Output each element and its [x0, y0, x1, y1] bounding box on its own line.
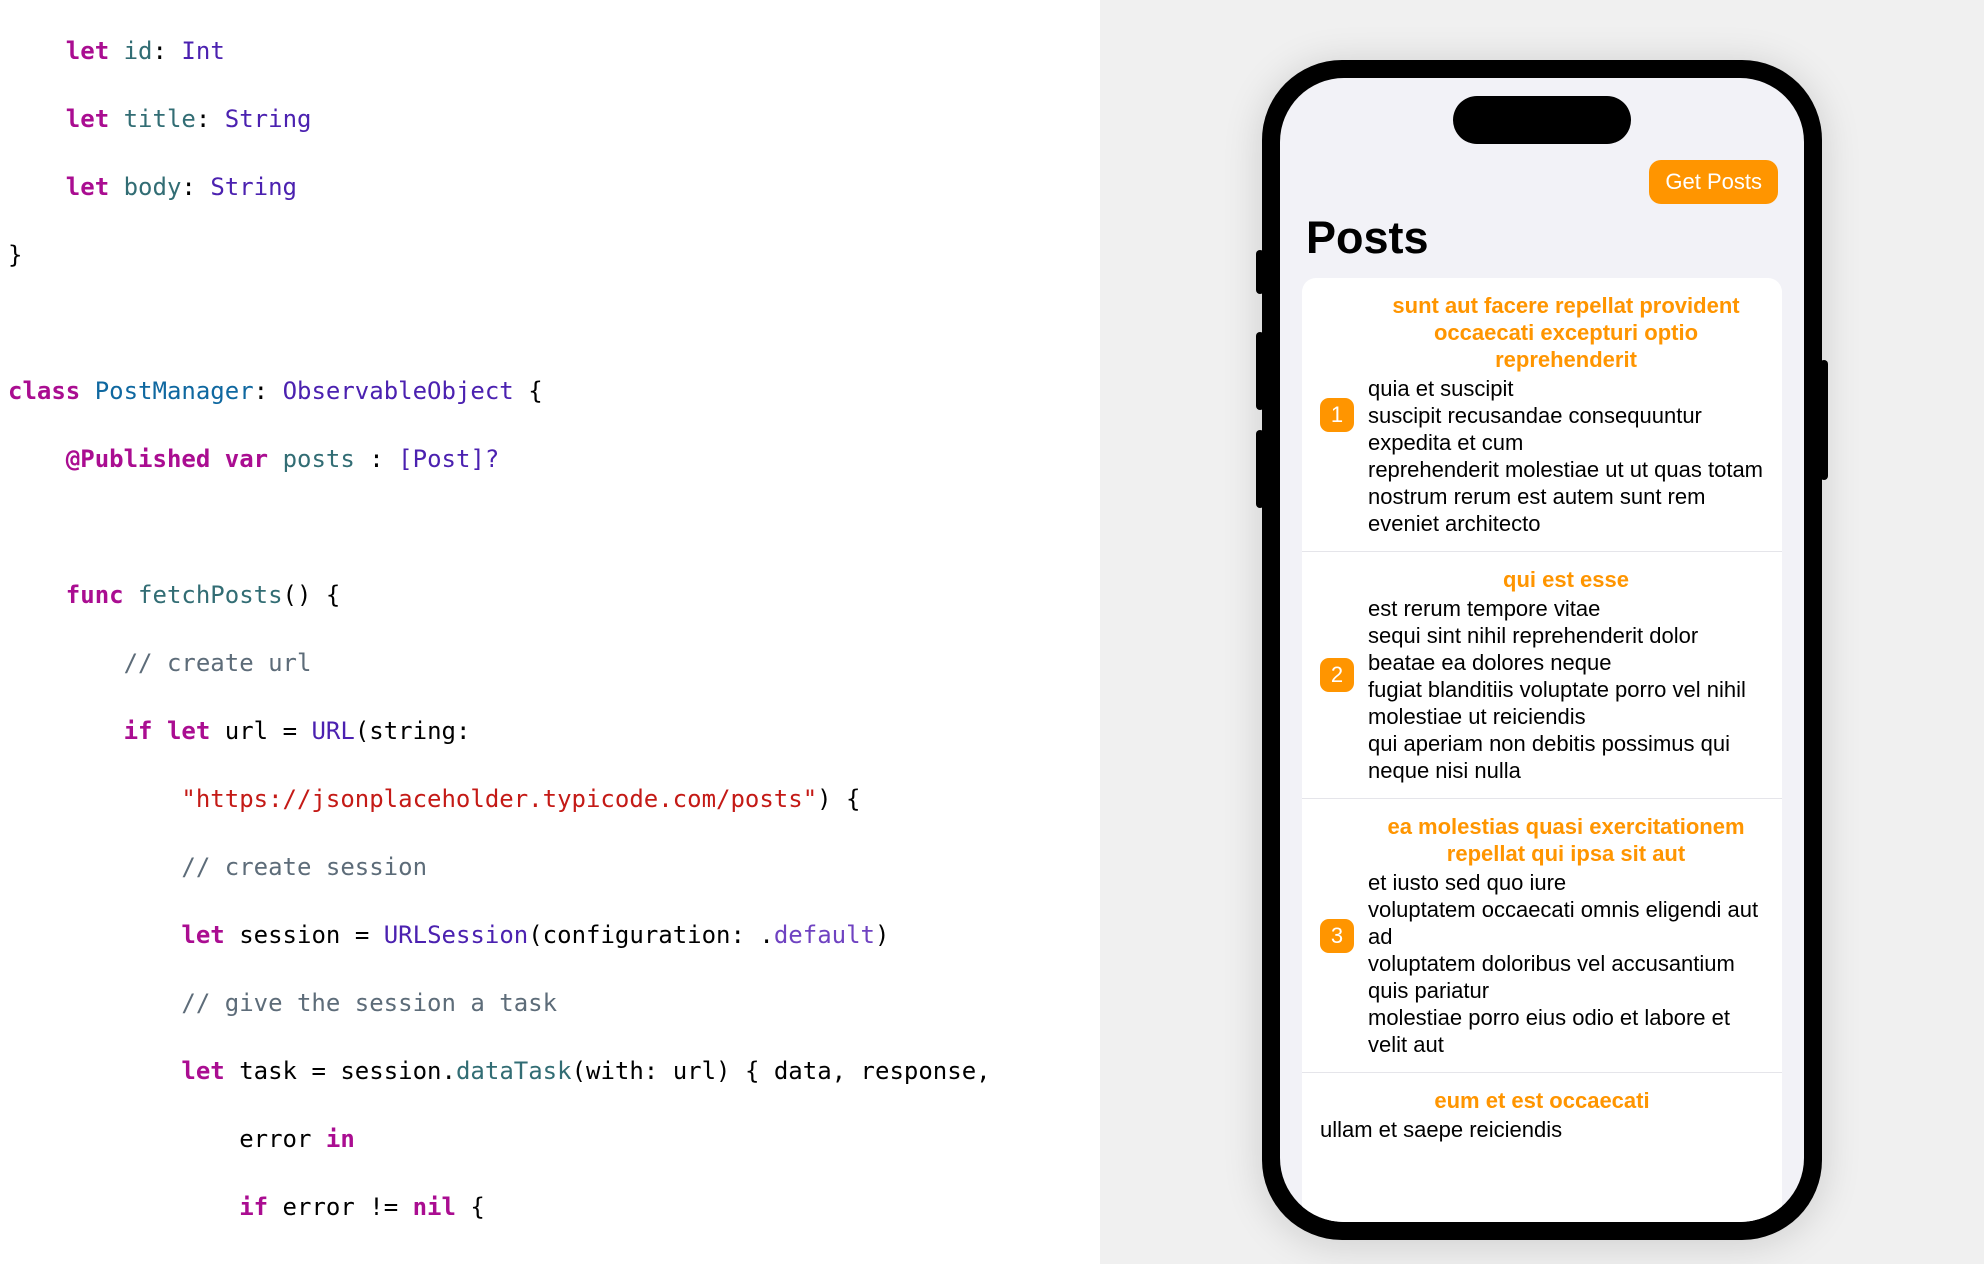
func-fetchposts: fetchPosts: [138, 581, 283, 609]
post-body: et iusto sed quo iure voluptatem occaeca…: [1368, 869, 1764, 1058]
type-int: Int: [181, 37, 224, 65]
list-item[interactable]: 2 qui est esse est rerum tempore vitae s…: [1302, 552, 1782, 799]
post-title: eum et est occaecati: [1320, 1087, 1764, 1114]
volume-down-button: [1256, 430, 1264, 508]
post-title: qui est esse: [1368, 566, 1764, 593]
dynamic-island-icon: [1453, 96, 1631, 144]
post-body: est rerum tempore vitae sequi sint nihil…: [1368, 595, 1764, 784]
page-title: Posts: [1306, 212, 1778, 264]
iphone-screen: Get Posts Posts 1 sunt aut facere repell…: [1280, 78, 1804, 1222]
volume-up-button: [1256, 332, 1264, 410]
prop-id: id: [124, 37, 153, 65]
list-item[interactable]: 1 sunt aut facere repellat provident occ…: [1302, 278, 1782, 552]
code-editor[interactable]: let id: Int let title: String let body: …: [0, 0, 1100, 1264]
code-block: let id: Int let title: String let body: …: [0, 0, 1100, 1264]
post-body: quia et suscipit suscipit recusandae con…: [1368, 375, 1764, 537]
post-id-badge: 2: [1320, 658, 1354, 692]
kw-let: let: [66, 37, 109, 65]
power-button: [1820, 360, 1828, 480]
post-id-badge: 1: [1320, 398, 1354, 432]
simulator-pane: Get Posts Posts 1 sunt aut facere repell…: [1100, 0, 1984, 1264]
string-url: "https://jsonplaceholder.typicode.com/po…: [181, 785, 817, 813]
get-posts-button[interactable]: Get Posts: [1649, 160, 1778, 204]
posts-list[interactable]: 1 sunt aut facere repellat provident occ…: [1302, 278, 1782, 1222]
list-item[interactable]: eum et est occaecati ullam et saepe reic…: [1302, 1073, 1782, 1147]
iphone-frame: Get Posts Posts 1 sunt aut facere repell…: [1262, 60, 1822, 1240]
class-postmanager: PostManager: [95, 377, 254, 405]
post-body: ullam et saepe reiciendis: [1320, 1116, 1764, 1143]
post-title: sunt aut facere repellat provident occae…: [1368, 292, 1764, 373]
silence-switch-icon: [1256, 250, 1264, 294]
list-item[interactable]: 3 ea molestias quasi exercitationem repe…: [1302, 799, 1782, 1073]
post-title: ea molestias quasi exercitationem repell…: [1368, 813, 1764, 867]
post-id-badge: 3: [1320, 919, 1354, 953]
